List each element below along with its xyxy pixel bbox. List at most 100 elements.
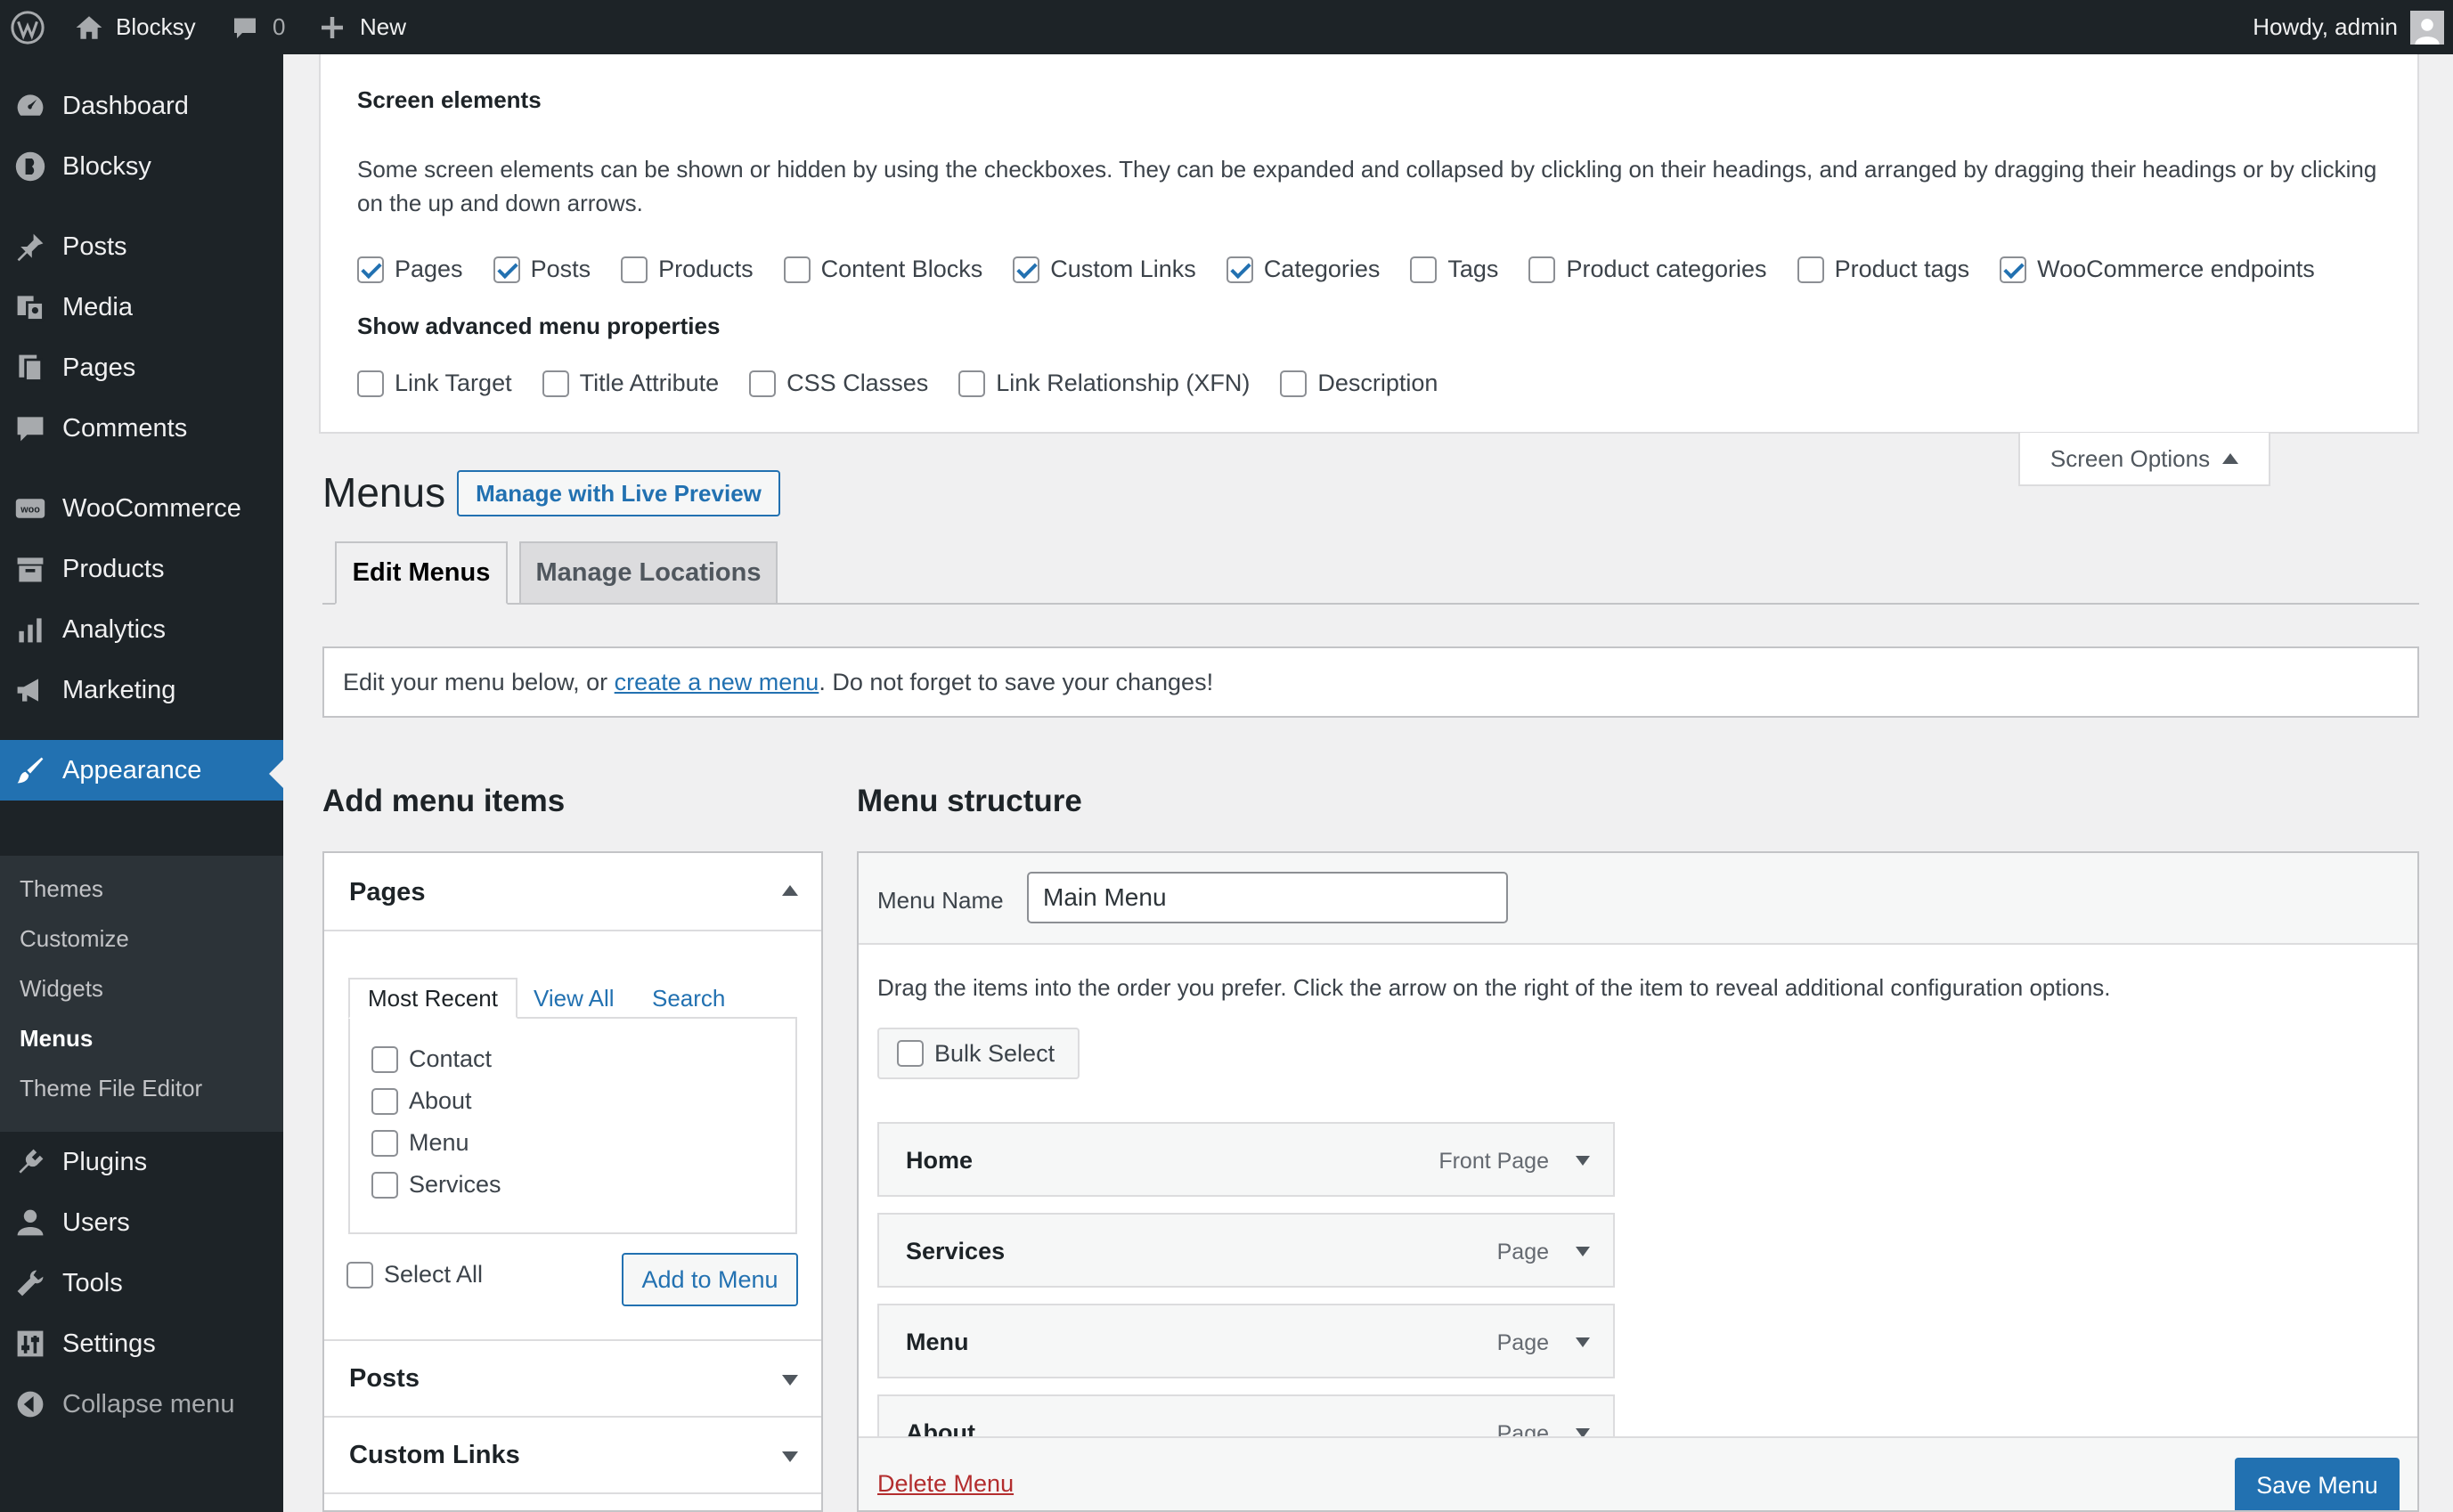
sidebar-item-blocksy[interactable]: Blocksy: [0, 136, 283, 197]
screen-element-content-blocks[interactable]: Content Blocks: [783, 256, 982, 283]
menu-item-title: Services: [906, 1238, 1006, 1264]
screen-element-tags[interactable]: Tags: [1410, 256, 1498, 283]
checkbox[interactable]: [2000, 256, 2027, 283]
checkbox[interactable]: [1410, 256, 1438, 283]
wordpress-logo-icon[interactable]: [11, 0, 45, 54]
custom-links-section-header[interactable]: Custom Links: [324, 1418, 821, 1492]
screen-element-pages[interactable]: Pages: [357, 256, 463, 283]
add-to-menu-button[interactable]: Add to Menu: [622, 1253, 798, 1306]
sidebar-item-posts[interactable]: Posts: [0, 216, 283, 277]
checkbox[interactable]: [371, 1087, 398, 1115]
checkbox[interactable]: [346, 1261, 373, 1288]
sidebar-item-analytics[interactable]: Analytics: [0, 599, 283, 660]
caret-down-icon[interactable]: [1576, 1337, 1590, 1347]
select-all-checkbox[interactable]: Select All: [346, 1261, 483, 1288]
sidebar-item-woocommerce[interactable]: woo WooCommerce: [0, 478, 283, 539]
delete-menu-link[interactable]: Delete Menu: [877, 1470, 1014, 1498]
avatar: [2410, 10, 2444, 45]
list-item[interactable]: About: [371, 1087, 472, 1115]
advanced-description[interactable]: Description: [1280, 370, 1438, 397]
new-content-link[interactable]: New: [319, 0, 406, 54]
checkbox[interactable]: [1013, 256, 1040, 283]
submenu-item-themes[interactable]: Themes: [20, 875, 103, 903]
screen-element-product-tags[interactable]: Product tags: [1797, 256, 1969, 283]
sidebar-item-products[interactable]: Products: [0, 539, 283, 599]
checkbox[interactable]: [371, 1129, 398, 1157]
checkbox[interactable]: [1528, 256, 1556, 283]
advanced-link-relationship[interactable]: Link Relationship (XFN): [958, 370, 1250, 397]
advanced-css-classes[interactable]: CSS Classes: [749, 370, 928, 397]
sidebar-item-marketing[interactable]: Marketing: [0, 660, 283, 720]
screen-element-product-categories[interactable]: Product categories: [1528, 256, 1767, 283]
checkbox[interactable]: [897, 1040, 924, 1067]
manage-with-live-preview-button[interactable]: Manage with Live Preview: [457, 470, 780, 516]
sidebar-item-users[interactable]: Users: [0, 1192, 283, 1253]
greeting: Howdy, admin: [2253, 13, 2398, 40]
tab-edit-menus[interactable]: Edit Menus: [335, 541, 508, 605]
sidebar-item-settings[interactable]: Settings: [0, 1313, 283, 1374]
subtab-view-all[interactable]: View All: [534, 978, 615, 1019]
checkbox[interactable]: [542, 370, 569, 397]
sidebar-item-pages[interactable]: Pages: [0, 337, 283, 398]
list-item[interactable]: Menu: [371, 1129, 469, 1157]
tab-manage-locations[interactable]: Manage Locations: [519, 541, 778, 605]
my-account-link[interactable]: Howdy, admin: [2253, 0, 2444, 54]
screen-element-posts[interactable]: Posts: [493, 256, 591, 283]
checkbox[interactable]: [371, 1171, 398, 1199]
subtab-search[interactable]: Search: [652, 978, 725, 1019]
checkbox[interactable]: [621, 256, 648, 283]
site-name-link[interactable]: Blocksy: [75, 0, 196, 54]
screen-options-toggle[interactable]: Screen Options: [2018, 433, 2270, 486]
screen-element-custom-links[interactable]: Custom Links: [1013, 256, 1196, 283]
sidebar-item-tools[interactable]: Tools: [0, 1253, 283, 1313]
pages-section-title: Pages: [349, 878, 426, 906]
list-item[interactable]: Contact: [371, 1045, 492, 1073]
checkbox[interactable]: [357, 256, 384, 283]
caret-down-icon[interactable]: [1576, 1156, 1590, 1166]
checkbox[interactable]: [1280, 370, 1308, 397]
checkbox[interactable]: [357, 370, 384, 397]
dashboard-icon: [14, 90, 46, 122]
checkbox[interactable]: [1797, 256, 1824, 283]
menu-item-services[interactable]: Services Page: [877, 1213, 1615, 1288]
checkbox[interactable]: [493, 256, 520, 283]
sidebar-item-appearance[interactable]: Appearance: [0, 740, 283, 801]
sidebar-item-label: Posts: [62, 232, 127, 261]
list-item[interactable]: Services: [371, 1171, 501, 1199]
subtab-most-recent[interactable]: Most Recent: [348, 978, 517, 1019]
posts-section-header[interactable]: Posts: [324, 1341, 821, 1416]
advanced-title-attribute[interactable]: Title Attribute: [542, 370, 719, 397]
checkbox[interactable]: [1226, 256, 1253, 283]
advanced-link-target[interactable]: Link Target: [357, 370, 512, 397]
menu-item-home[interactable]: Home Front Page: [877, 1122, 1615, 1197]
sidebar-item-label: Products: [62, 554, 165, 583]
sidebar-item-comments[interactable]: Comments: [0, 398, 283, 459]
screen-element-products[interactable]: Products: [621, 256, 754, 283]
sidebar-item-plugins[interactable]: Plugins: [0, 1132, 283, 1192]
bulk-select-button[interactable]: Bulk Select: [877, 1028, 1080, 1079]
sidebar-item-dashboard[interactable]: Dashboard: [0, 76, 283, 136]
submenu-item-theme-file-editor[interactable]: Theme File Editor: [20, 1075, 202, 1102]
submenu-item-customize[interactable]: Customize: [20, 925, 129, 953]
menu-item-type: Front Page: [1438, 1149, 1549, 1174]
screen-element-categories[interactable]: Categories: [1226, 256, 1380, 283]
pages-section-header[interactable]: Pages: [324, 853, 821, 930]
caret-down-icon[interactable]: [1576, 1247, 1590, 1256]
menu-name-input[interactable]: [1027, 872, 1508, 923]
checkbox[interactable]: [958, 370, 986, 397]
sidebar-item-label: Appearance: [62, 755, 202, 784]
collapse-menu-button[interactable]: Collapse menu: [0, 1374, 283, 1435]
checkbox[interactable]: [371, 1045, 398, 1073]
menu-item-menu[interactable]: Menu Page: [877, 1304, 1615, 1378]
screen-element-woocommerce-endpoints[interactable]: WooCommerce endpoints: [2000, 256, 2315, 283]
checkbox[interactable]: [783, 256, 811, 283]
screen-options-panel: Screen elements Some screen elements can…: [319, 54, 2419, 434]
create-new-menu-link[interactable]: create a new menu: [615, 669, 819, 696]
submenu-item-widgets[interactable]: Widgets: [20, 975, 103, 1003]
submenu-item-menus[interactable]: Menus: [20, 1025, 93, 1053]
checkbox[interactable]: [749, 370, 777, 397]
save-menu-button[interactable]: Save Menu: [2235, 1458, 2400, 1510]
menu-structure-panel: Menu Name Drag the items into the order …: [857, 851, 2419, 1512]
comments-link[interactable]: 0: [232, 0, 285, 54]
sidebar-item-media[interactable]: Media: [0, 277, 283, 337]
